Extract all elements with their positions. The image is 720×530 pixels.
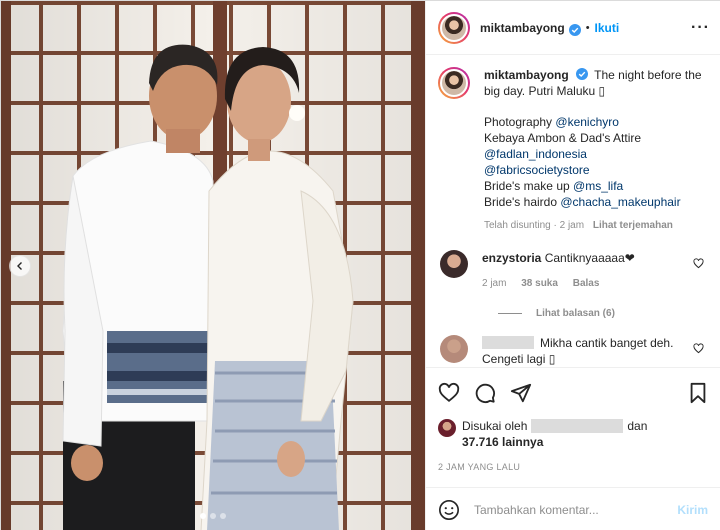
credit-label: Bride's hairdo [484,195,557,209]
carousel-dot [210,513,216,519]
likes-text: Disukai oleh dan 37.716 lainnya [462,418,647,450]
author-avatar-image [440,69,468,97]
save-bookmark-icon[interactable] [688,382,708,404]
edited-label: Telah disunting [484,220,551,231]
comment-text: Cantiknyaaaaa❤ [544,251,635,265]
carousel-indicator [1,513,425,519]
carousel-dot [200,513,206,519]
caption-credit-attire: Kebaya Ambon & Dad's Attire [484,131,642,145]
mention-link[interactable]: @ms_lifa [573,179,623,193]
caption-text: miktambayong The night before the big da… [484,67,706,234]
credit-label: Bride's make up [484,179,570,193]
liker-avatar[interactable] [438,419,456,437]
caption-author-avatar[interactable] [438,67,470,99]
edited-time: 2 jam [559,220,585,231]
post-caption: miktambayong The night before the big da… [438,67,708,234]
view-replies-label: Lihat balasan (6) [536,308,615,319]
likes-others-label[interactable]: lainnya [502,435,543,449]
comment-body: Mikha cantik banget deh. Cengeti lagi ▯ [482,335,692,367]
likes-summary: Disukai oleh dan 37.716 lainnya [438,418,708,450]
reply-button[interactable]: Balas [573,278,600,289]
chevron-left-icon [17,262,22,270]
see-translation-link[interactable]: Lihat terjemahan [593,220,673,231]
caption-meta: Telah disunting · 2 jam Lihat terjemahan [484,220,673,231]
like-comment-heart-icon[interactable] [693,343,704,357]
redacted-liker [531,419,624,433]
mention-link[interactable]: @chacha_makeuphair [560,195,680,209]
caption-credit-photo: Photography @kenichyro [484,114,706,130]
post-header: miktambayong • Ikuti ··· [426,1,720,55]
redacted-username [482,336,534,349]
add-comment-bar: Kirim [426,487,720,530]
post-details-panel: miktambayong • Ikuti ··· miktambayong Th… [425,1,720,530]
action-bar [438,368,708,418]
comments-section[interactable]: miktambayong The night before the big da… [426,55,720,367]
carousel-dot [220,513,226,519]
verified-badge-icon [568,23,581,36]
verified-badge-icon [576,68,589,80]
commenter-username[interactable]: enzystoria [482,251,541,265]
photo-illustration [1,1,425,530]
mention-link[interactable]: @kenichyro [555,115,619,129]
comment-likes[interactable]: 38 suka [521,278,558,289]
caption-credit-hairdo: Bride's hairdo @chacha_makeuphair [484,194,706,210]
author-avatar-image [440,13,468,42]
commenter-avatar[interactable] [440,250,468,278]
header-separator: • [585,21,590,34]
like-comment-heart-icon[interactable] [693,258,704,272]
comment-time: 2 jam [482,278,507,289]
comment-item: Mikha cantik banget deh. Cengeti lagi ▯ [438,335,708,367]
post-comment-button[interactable]: Kirim [677,503,708,517]
view-replies-link[interactable]: Lihat balasan (6) [498,308,708,319]
post-timestamp[interactable]: 2 JAM YANG LALU [438,462,708,472]
likes-count[interactable]: 37.716 [462,435,499,449]
emoji-smiley-icon[interactable] [438,499,460,521]
comment-bubble-icon[interactable] [474,382,496,404]
follow-button[interactable]: Ikuti [595,21,620,35]
author-username[interactable]: miktambayong [480,21,565,35]
likes-and-label: dan [627,419,648,433]
instagram-post-window: miktambayong • Ikuti ··· miktambayong Th… [0,0,720,530]
like-heart-icon[interactable] [438,382,460,404]
comment-body: enzystoria Cantiknyaaaaa❤ 2 jam 38 suka … [482,250,692,292]
post-actions-section: Disukai oleh dan 37.716 lainnya 2 JAM YAN… [426,367,720,472]
caption-username[interactable]: miktambayong [484,68,569,82]
caption-emoji: ▯ [598,84,606,98]
author-avatar[interactable] [438,11,470,44]
more-options-button[interactable]: ··· [691,19,710,37]
comment-meta: 2 jam 38 suka Balas [482,276,692,292]
credit-label: Photography [484,115,553,129]
commenter-avatar[interactable] [440,335,468,363]
caption-credit-makeup: Bride's make up @ms_lifa [484,178,706,194]
previous-slide-button[interactable] [9,255,31,277]
mention-link[interactable]: @fabricsocietystore [484,162,706,178]
comment-item: enzystoria Cantiknyaaaaa❤ 2 jam 38 suka … [438,250,708,292]
mention-link[interactable]: @fadlan_indonesia [484,146,706,162]
comment-input[interactable] [474,502,678,517]
post-photo[interactable] [1,1,425,530]
liked-by-label: Disukai oleh [462,419,528,433]
replies-line [498,313,522,314]
share-paper-plane-icon[interactable] [510,382,532,404]
